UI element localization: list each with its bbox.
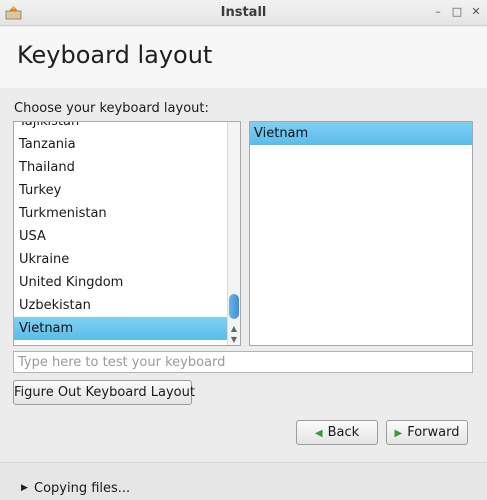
variant-list-item[interactable]: Vietnam: [250, 122, 472, 145]
layout-list-item[interactable]: United Kingdom: [14, 271, 227, 294]
layout-list-item[interactable]: Turkmenistan: [14, 202, 227, 225]
page-title: Keyboard layout: [17, 41, 213, 69]
back-button[interactable]: ◀ Back: [296, 420, 378, 445]
layout-prompt-label: Choose your keyboard layout:: [14, 101, 209, 116]
forward-arrow-icon: ▶: [394, 428, 403, 439]
title-bar[interactable]: Install – □ ✕: [0, 0, 487, 26]
back-button-label: Back: [327, 425, 360, 440]
layout-items: Tajikistan Tanzania Thailand Turkey Turkmeni…: [14, 122, 227, 340]
expander-arrow-icon[interactable]: ▶: [21, 483, 28, 493]
back-arrow-icon: ◀: [314, 428, 323, 439]
layout-list-item[interactable]: Turkey: [14, 179, 227, 202]
maximize-button[interactable]: □: [450, 5, 464, 19]
scrollbar-thumb[interactable]: [229, 294, 239, 319]
layout-list-scrollbar[interactable]: ▲ ▼: [227, 122, 240, 345]
forward-button[interactable]: ▶ Forward: [386, 420, 468, 445]
layout-list-item[interactable]: Ukraine: [14, 248, 227, 271]
layout-list-item[interactable]: Tajikistan: [14, 122, 227, 133]
page-header: Keyboard layout: [0, 27, 487, 88]
keyboard-layout-list[interactable]: Tajikistan Tanzania Thailand Turkey Turkmeni…: [13, 121, 241, 346]
layout-list-item[interactable]: Thailand: [14, 156, 227, 179]
minimize-button[interactable]: –: [431, 5, 445, 19]
layout-list-item[interactable]: Uzbekistan: [14, 294, 227, 317]
copying-status: Copying files...: [34, 481, 131, 496]
layout-list-item[interactable]: USA: [14, 225, 227, 248]
scroll-down-arrow-icon[interactable]: ▼: [228, 334, 240, 345]
layout-list-item[interactable]: Tanzania: [14, 133, 227, 156]
keyboard-test-input[interactable]: [13, 351, 473, 373]
close-button[interactable]: ✕: [469, 5, 483, 19]
figure-out-layout-button[interactable]: Figure Out Keyboard Layout: [13, 380, 195, 405]
variant-items: Vietnam: [250, 122, 472, 145]
layout-list-item[interactable]: Vietnam: [14, 317, 227, 340]
keyboard-variant-list[interactable]: Vietnam: [249, 121, 473, 346]
scroll-up-arrow-icon[interactable]: ▲: [228, 323, 240, 334]
status-footer: ▶ Copying files...: [0, 462, 487, 500]
forward-button-label: Forward: [407, 425, 460, 440]
window-title: Install: [220, 5, 267, 20]
